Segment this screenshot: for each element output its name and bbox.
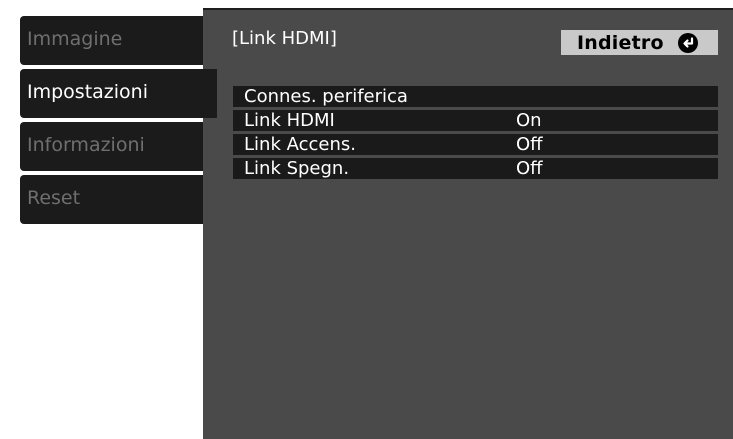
menu-row-label: Link Spegn. (244, 158, 350, 179)
sidebar-tab-impostazioni[interactable]: Impostazioni (20, 69, 217, 118)
menu-row-link-spegn[interactable]: Link Spegn. Off (233, 158, 718, 179)
panel-title: [Link HDMI] (232, 28, 337, 49)
menu-row-connes-periferica[interactable]: Connes. periferica (233, 86, 718, 107)
sidebar-tab-immagine[interactable]: Immagine (20, 16, 203, 65)
back-button-label: Indietro (577, 31, 664, 54)
projector-menu-screen: Immagine Impostazioni Informazioni Reset… (0, 0, 733, 439)
menu-row-label: Link Accens. (244, 134, 356, 155)
sidebar-tab-informazioni[interactable]: Informazioni (20, 122, 203, 171)
menu-row-link-accens[interactable]: Link Accens. Off (233, 134, 718, 155)
sidebar-tab-label: Impostazioni (27, 81, 148, 103)
menu-row-label: Link HDMI (244, 110, 335, 131)
return-arrow-icon (677, 32, 698, 53)
menu-row-value: Off (516, 158, 543, 179)
settings-panel: [Link HDMI] Indietro Connes. periferica … (203, 8, 733, 439)
sidebar-tab-label: Immagine (27, 28, 123, 50)
menu-row-value: On (516, 110, 542, 131)
sidebar-tab-label: Reset (27, 187, 81, 209)
menu-row-label: Connes. periferica (244, 86, 408, 107)
back-button[interactable]: Indietro (561, 30, 718, 55)
menu-row-value: Off (516, 134, 543, 155)
sidebar-tab-reset[interactable]: Reset (20, 175, 203, 224)
sidebar-tab-label: Informazioni (27, 134, 145, 156)
menu-row-link-hdmi[interactable]: Link HDMI On (233, 110, 718, 131)
